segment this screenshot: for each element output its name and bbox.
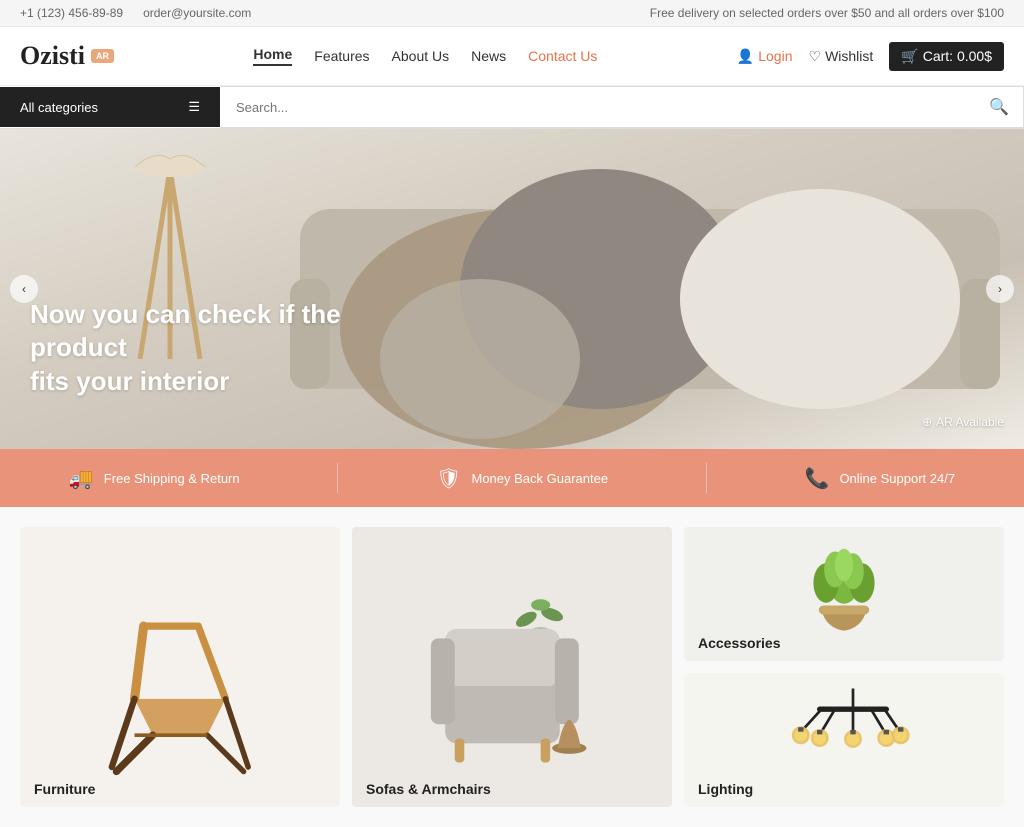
search-input[interactable] — [220, 90, 975, 125]
header: Ozisti AR Home Features About Us News Co… — [0, 27, 1024, 86]
logo-text: Ozisti — [20, 41, 85, 71]
login-icon: 👤 — [737, 48, 754, 65]
phone: +1 (123) 456-89-89 — [20, 6, 123, 20]
ar-badge: AR — [91, 49, 114, 63]
category-furniture[interactable]: Furniture — [20, 527, 340, 807]
benefit-divider-2 — [706, 463, 707, 493]
ar-available-badge: ⊕ AR Available — [922, 415, 1004, 429]
sofa-illustration — [407, 542, 617, 792]
shipping-icon: 🚚 — [69, 466, 94, 491]
cart-label: Cart: 0.00$ — [923, 48, 992, 64]
furniture-illustration — [80, 547, 280, 787]
wishlist-label: Wishlist — [825, 48, 873, 64]
cart-button[interactable]: 🛒 Cart: 0.00$ — [889, 42, 1004, 71]
benefit-divider-1 — [337, 463, 338, 493]
support-label: Online Support 24/7 — [839, 471, 955, 486]
hero-content: Now you can check if the product fits yo… — [30, 298, 410, 399]
promo-text: Free delivery on selected orders over $5… — [650, 6, 1004, 20]
nav-features[interactable]: Features — [314, 48, 369, 64]
email: order@yoursite.com — [143, 6, 251, 20]
categories-button[interactable]: All categories ☰ — [0, 87, 220, 127]
hero-section: Now you can check if the product fits yo… — [0, 129, 1024, 449]
lighting-label: Lighting — [698, 781, 753, 797]
category-accessories[interactable]: Accessories — [684, 527, 1004, 661]
login-button[interactable]: 👤 Login — [737, 48, 793, 65]
header-actions: 👤 Login ♡ Wishlist 🛒 Cart: 0.00$ — [737, 42, 1004, 71]
wishlist-button[interactable]: ♡ Wishlist — [809, 48, 874, 65]
hero-next-button[interactable]: › — [986, 275, 1014, 303]
hero-headline: Now you can check if the product fits yo… — [30, 298, 410, 399]
search-bar: All categories ☰ 🔍 — [0, 86, 1024, 129]
sofas-label: Sofas & Armchairs — [366, 781, 491, 797]
shipping-label: Free Shipping & Return — [104, 471, 240, 486]
hero-prev-button[interactable]: ‹ — [10, 275, 38, 303]
categories-section: Furniture — [0, 507, 1024, 827]
categories-grid: Furniture — [20, 527, 1004, 807]
category-lighting[interactable]: Lighting — [684, 673, 1004, 807]
nav-news[interactable]: News — [471, 48, 506, 64]
benefit-support: 📞 Online Support 24/7 — [805, 466, 956, 491]
search-input-wrap: 🔍 — [220, 86, 1024, 128]
guarantee-label: Money Back Guarantee — [471, 471, 608, 486]
furniture-label: Furniture — [34, 781, 95, 797]
nav-home[interactable]: Home — [253, 46, 292, 66]
top-bar: +1 (123) 456-89-89 order@yoursite.com Fr… — [0, 0, 1024, 27]
accessories-label: Accessories — [698, 635, 781, 651]
search-button[interactable]: 🔍 — [975, 87, 1023, 127]
ar-icon: ⊕ — [922, 415, 932, 429]
support-icon: 📞 — [805, 466, 830, 491]
login-label: Login — [758, 48, 792, 64]
main-nav: Home Features About Us News Contact Us — [253, 46, 597, 66]
categories-label: All categories — [20, 100, 98, 115]
hero-illustration — [0, 129, 1024, 449]
nav-contact[interactable]: Contact Us — [528, 48, 597, 64]
cart-icon: 🛒 — [901, 48, 918, 65]
search-icon: 🔍 — [989, 99, 1009, 116]
heart-icon: ♡ — [809, 48, 822, 65]
accessories-illustration — [754, 532, 934, 652]
lighting-illustration — [754, 678, 934, 798]
category-sofas[interactable]: Sofas & Armchairs — [352, 527, 672, 807]
guarantee-icon: 🛡 — [436, 466, 461, 491]
menu-icon: ☰ — [188, 99, 200, 115]
benefit-guarantee: 🛡 Money Back Guarantee — [436, 466, 608, 491]
nav-about[interactable]: About Us — [392, 48, 450, 64]
benefit-shipping: 🚚 Free Shipping & Return — [69, 466, 240, 491]
logo[interactable]: Ozisti AR — [20, 41, 114, 71]
benefits-bar: 🚚 Free Shipping & Return 🛡 Money Back Gu… — [0, 449, 1024, 507]
